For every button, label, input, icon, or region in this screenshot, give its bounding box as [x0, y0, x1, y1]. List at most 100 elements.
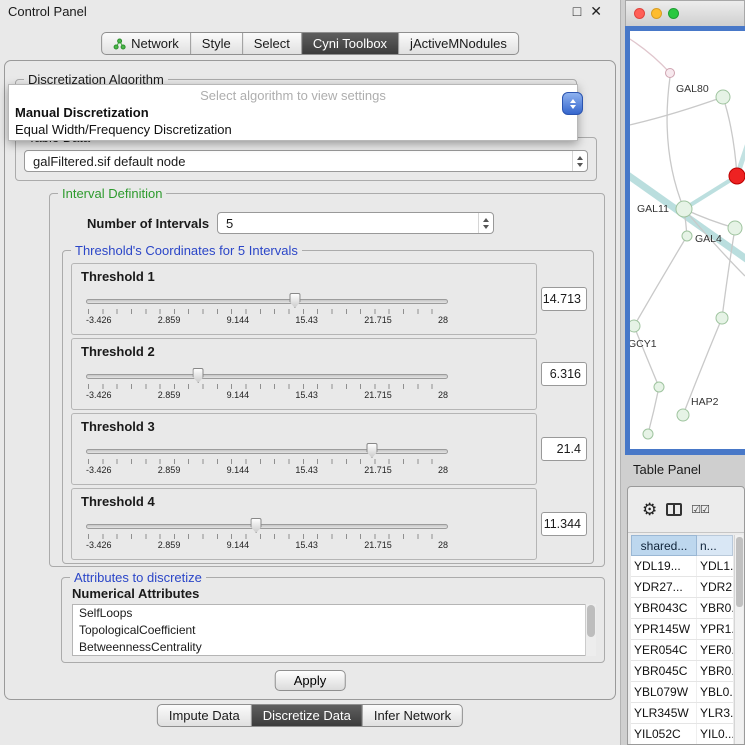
- table-row[interactable]: YLR345WYLR3...: [631, 703, 733, 724]
- threshold-value-field[interactable]: 6.316: [541, 362, 587, 386]
- network-canvas[interactable]: GAL80 GAL11 GAL4 GCY1 HAP2: [630, 31, 745, 449]
- table-cell[interactable]: YIL0...: [697, 724, 733, 744]
- network-edge[interactable]: [630, 171, 745, 263]
- network-node[interactable]: [630, 320, 640, 332]
- threshold-slider[interactable]: -3.4262.8599.14415.4321.71528: [86, 367, 448, 405]
- threshold-value-field[interactable]: 21.4: [541, 437, 587, 461]
- apply-button[interactable]: Apply: [275, 670, 346, 691]
- tab-infer-network[interactable]: Infer Network: [363, 705, 462, 726]
- table-cell[interactable]: YBR045C: [631, 661, 697, 681]
- slider-track[interactable]: [86, 449, 448, 454]
- table-scrollbar[interactable]: [734, 535, 743, 744]
- slider-thumb[interactable]: [289, 293, 300, 308]
- column-header-shared-name[interactable]: shared...: [631, 535, 697, 556]
- slider-thumb[interactable]: [193, 368, 204, 383]
- table-row[interactable]: YBR043CYBR0...: [631, 598, 733, 619]
- table-row[interactable]: YDL19...YDL1...: [631, 556, 733, 577]
- threshold-value-field[interactable]: 11.344: [541, 512, 587, 536]
- table-row[interactable]: YER054CYER0...: [631, 640, 733, 661]
- stepper-icon[interactable]: [478, 213, 493, 233]
- table-cell[interactable]: YBR0...: [697, 598, 733, 618]
- tab-impute-data[interactable]: Impute Data: [158, 705, 252, 726]
- network-edge[interactable]: [684, 176, 737, 209]
- slider-track[interactable]: [86, 374, 448, 379]
- slider-scale-label: -3.426: [86, 540, 112, 550]
- table-data-combo[interactable]: galFiltered.sif default node: [24, 150, 588, 172]
- minimize-traffic-light-icon[interactable]: [651, 8, 662, 19]
- table-cell[interactable]: YLR345W: [631, 703, 697, 723]
- column-header-name[interactable]: n...: [697, 535, 733, 556]
- network-node[interactable]: [728, 221, 742, 235]
- table-row[interactable]: YBR045CYBR0...: [631, 661, 733, 682]
- tab-network[interactable]: Network: [102, 33, 191, 54]
- tab-cyni-toolbox[interactable]: Cyni Toolbox: [302, 33, 399, 54]
- attribute-item[interactable]: TopologicalCoefficient: [79, 622, 595, 639]
- threshold-row: Threshold 3 -3.4262.8599.14415.4321.7152…: [71, 413, 587, 485]
- scrollbar-thumb[interactable]: [736, 537, 743, 607]
- table-cell[interactable]: YPR1...: [697, 619, 733, 639]
- network-node[interactable]: [677, 409, 689, 421]
- network-node[interactable]: [716, 90, 730, 104]
- table-cell[interactable]: YBL0...: [697, 682, 733, 702]
- tab-style[interactable]: Style: [191, 33, 243, 54]
- scrollbar-thumb[interactable]: [587, 605, 595, 637]
- slider-thumb[interactable]: [251, 518, 262, 533]
- network-node[interactable]: [666, 69, 675, 78]
- number-of-intervals-combo[interactable]: 5: [217, 212, 494, 234]
- network-node-red[interactable]: [729, 168, 745, 184]
- table-row[interactable]: YBL079WYBL0...: [631, 682, 733, 703]
- attribute-item[interactable]: SelfLoops: [79, 605, 595, 622]
- gear-icon[interactable]: ⚙: [642, 501, 657, 518]
- table-cell[interactable]: YER054C: [631, 640, 697, 660]
- table-cell[interactable]: YBR0...: [697, 661, 733, 681]
- table-cell[interactable]: YDR27...: [631, 577, 697, 597]
- dropdown-option-manual-discretization[interactable]: Manual Discretization: [9, 104, 577, 121]
- slider-thumb[interactable]: [366, 443, 377, 458]
- network-node[interactable]: [676, 201, 692, 217]
- dropdown-option-equal-width-frequency[interactable]: Equal Width/Frequency Discretization: [9, 121, 577, 138]
- zoom-traffic-light-icon[interactable]: [668, 8, 679, 19]
- tab-jactivemnodules[interactable]: jActiveMNodules: [399, 33, 518, 54]
- threshold-slider[interactable]: -3.4262.8599.14415.4321.71528: [86, 442, 448, 480]
- table-cell[interactable]: YDR2...: [697, 577, 733, 597]
- table-cell[interactable]: YBL079W: [631, 682, 697, 702]
- checkbox-grid-icon[interactable]: ☑☑: [691, 503, 709, 516]
- table-cell[interactable]: YER0...: [697, 640, 733, 660]
- list-scrollbar[interactable]: [585, 604, 596, 656]
- slider-scale: -3.4262.8599.14415.4321.71528: [86, 540, 448, 550]
- slider-scale-label: 28: [438, 390, 448, 400]
- table-row[interactable]: YDR27...YDR2...: [631, 577, 733, 598]
- combo-dropdown-button[interactable]: [562, 92, 583, 115]
- table-cell[interactable]: YDL19...: [631, 556, 697, 576]
- tab-label: Infer Network: [374, 708, 451, 723]
- tab-select[interactable]: Select: [243, 33, 302, 54]
- threshold-slider[interactable]: -3.4262.8599.14415.4321.71528: [86, 292, 448, 330]
- table-cell[interactable]: YDL1...: [697, 556, 733, 576]
- table-cell[interactable]: YPR145W: [631, 619, 697, 639]
- network-node[interactable]: [716, 312, 728, 324]
- network-node[interactable]: [654, 382, 664, 392]
- stepper-icon[interactable]: [572, 151, 587, 171]
- control-panel-tabs: Network Style Select Cyni Toolbox jActiv…: [101, 32, 519, 55]
- close-traffic-light-icon[interactable]: [634, 8, 645, 19]
- table-cell[interactable]: YLR3...: [697, 703, 733, 723]
- table-row[interactable]: YPR145WYPR1...: [631, 619, 733, 640]
- network-window-titlebar[interactable]: [625, 0, 745, 26]
- columns-icon[interactable]: [666, 503, 682, 516]
- slider-track[interactable]: [86, 299, 448, 304]
- network-node[interactable]: [643, 429, 653, 439]
- close-icon[interactable]: ✕: [590, 3, 602, 20]
- table-row[interactable]: YIL052CYIL0...: [631, 724, 733, 745]
- table-cell[interactable]: YBR043C: [631, 598, 697, 618]
- network-node[interactable]: [682, 231, 692, 241]
- table-panel-title: Table Panel: [633, 462, 701, 477]
- threshold-slider[interactable]: -3.4262.8599.14415.4321.71528: [86, 517, 448, 555]
- threshold-value-field[interactable]: 14.713: [541, 287, 587, 311]
- tab-discretize-data[interactable]: Discretize Data: [252, 705, 363, 726]
- table-cell[interactable]: YIL052C: [631, 724, 697, 744]
- float-window-icon[interactable]: □: [573, 3, 581, 20]
- attribute-item[interactable]: BetweennessCentrality: [79, 639, 595, 656]
- node-label: GAL11: [637, 203, 669, 215]
- slider-track[interactable]: [86, 524, 448, 529]
- numerical-attributes-list[interactable]: SelfLoopsTopologicalCoefficientBetweenne…: [72, 604, 596, 656]
